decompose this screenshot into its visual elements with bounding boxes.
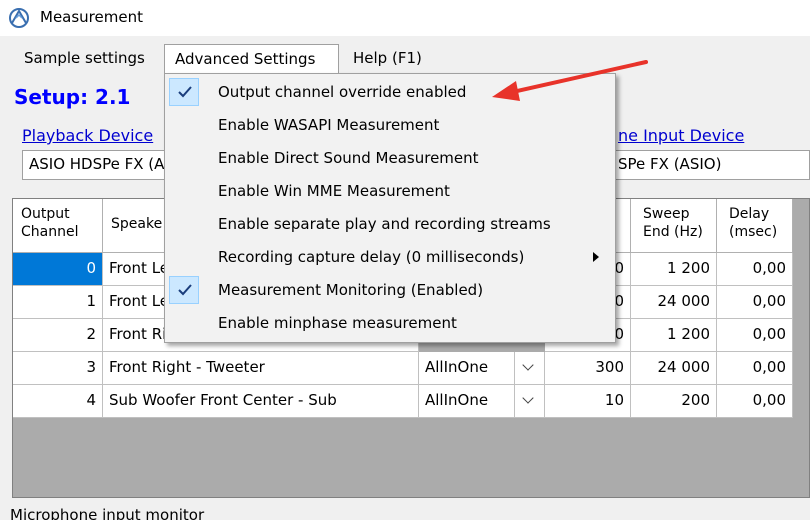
annotation-arrow-icon	[492, 60, 648, 101]
